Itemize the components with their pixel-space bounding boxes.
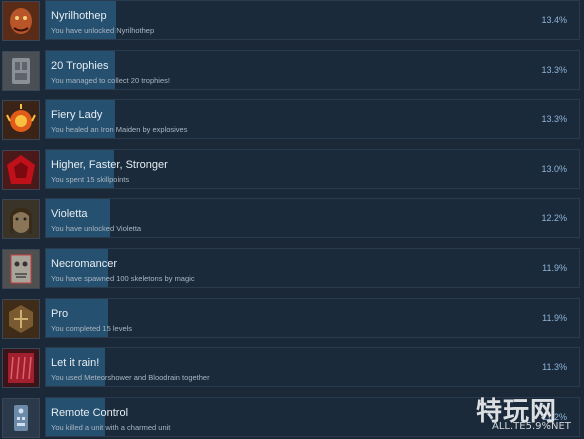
achievement-description: You used Meteorshower and Bloodrain toge…: [51, 373, 210, 382]
achievement-card: Pro You completed 15 levels 11.9%: [45, 298, 580, 338]
achievement-card: Let it rain! You used Meteorshower and Bl…: [45, 347, 580, 387]
achievement-card: Nyrilhothep You have unlocked Nyrilhothep…: [45, 0, 580, 40]
unlock-percent: 11.3%: [542, 362, 567, 372]
achievement-description: You healed an Iron Maiden by explosives: [51, 125, 188, 134]
achievement-card: Higher, Faster, Stronger You spent 15 ski…: [45, 149, 580, 189]
achievement-title: Nyrilhothep: [51, 10, 107, 22]
achievement-description: You have unlocked Nyrilhothep: [51, 26, 155, 35]
achievement-row: Higher, Faster, Stronger You spent 15 ski…: [0, 149, 584, 191]
achievement-description: You have spawned 100 skeletons by magic: [51, 274, 195, 283]
achievement-card: Fiery Lady You healed an Iron Maiden by e…: [45, 99, 580, 139]
violetta-icon: [2, 199, 40, 239]
achievement-card: 20 Trophies You managed to collect 20 tro…: [45, 50, 580, 90]
achievement-description: You have unlocked Violetta: [51, 224, 142, 233]
remote-control-icon: [2, 398, 40, 438]
achievement-title: Let it rain!: [51, 357, 100, 369]
trophies-icon: [2, 51, 40, 91]
achievement-description: You spent 15 skillpoints: [51, 175, 130, 184]
fiery-lady-icon: [2, 100, 40, 140]
unlock-percent: 12.2%: [541, 213, 567, 223]
nyrilhothep-icon: [2, 1, 40, 41]
achievement-title: Remote Control: [51, 407, 129, 419]
achievement-description: You completed 15 levels: [51, 324, 133, 333]
achievement-title: Fiery Lady: [51, 109, 103, 121]
unlock-percent: 11.2%: [542, 412, 567, 422]
achievement-card: Violetta You have unlocked Violetta 12.2%: [45, 198, 580, 238]
unlock-percent: 13.3%: [541, 114, 567, 124]
achievement-row: Necromancer You have spawned 100 skeleton…: [0, 248, 584, 290]
achievement-description: You killed a unit with a charmed unit: [51, 423, 171, 432]
achievement-title: Violetta: [51, 208, 88, 220]
unlock-percent: 13.0%: [541, 164, 567, 174]
achievement-row: Let it rain! You used Meteorshower and Bl…: [0, 347, 584, 389]
necromancer-icon: [2, 249, 40, 289]
achievement-card: Remote Control You killed a unit with a c…: [45, 397, 580, 437]
unlock-percent: 11.9%: [542, 263, 567, 273]
achievement-description: You managed to collect 20 trophies!: [51, 76, 170, 85]
achievement-title: 20 Trophies: [51, 60, 109, 72]
achievement-row: Violetta You have unlocked Violetta 12.2%: [0, 198, 584, 240]
unlock-percent: 13.4%: [541, 15, 567, 25]
achievement-row: 20 Trophies You managed to collect 20 tro…: [0, 50, 584, 92]
achievement-title: Higher, Faster, Stronger: [51, 159, 168, 171]
achievement-row: Nyrilhothep You have unlocked Nyrilhothep…: [0, 0, 584, 42]
achievement-title: Necromancer: [51, 258, 118, 270]
achievement-title: Pro: [51, 308, 69, 320]
achievement-row: Fiery Lady You healed an Iron Maiden by e…: [0, 99, 584, 141]
achievement-row: Remote Control You killed a unit with a c…: [0, 397, 584, 439]
unlock-percent: 13.3%: [541, 65, 567, 75]
pro-icon: [2, 299, 40, 339]
achievement-list: Nyrilhothep You have unlocked Nyrilhothep…: [0, 0, 584, 439]
achievement-card: Necromancer You have spawned 100 skeleton…: [45, 248, 580, 288]
achievement-row: Pro You completed 15 levels 11.9%: [0, 298, 584, 340]
skillpoints-icon: [2, 150, 40, 190]
let-it-rain-icon: [2, 348, 40, 388]
unlock-percent: 11.9%: [542, 313, 567, 323]
